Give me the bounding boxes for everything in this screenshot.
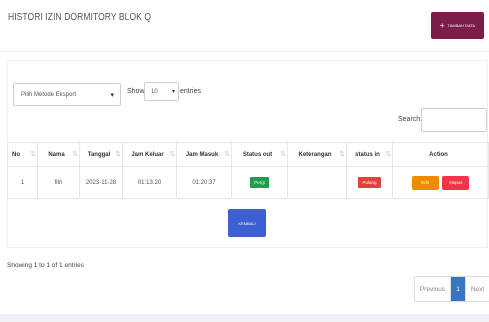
column-header-action: Action bbox=[392, 142, 489, 167]
chevron-down-icon: ▾ bbox=[171, 89, 175, 95]
pagination-next[interactable]: Next bbox=[465, 277, 489, 301]
column-header-label: status in bbox=[355, 151, 380, 158]
column-header-no[interactable]: No ⇅ bbox=[7, 142, 38, 167]
search-input[interactable] bbox=[421, 108, 487, 132]
status-in-badge: Pulang bbox=[358, 177, 381, 188]
pagination-page-1[interactable]: 1 bbox=[451, 277, 465, 301]
export-method-select[interactable]: Pilih Metode Eksport ▾ bbox=[13, 83, 121, 106]
sort-icon: ⇅ bbox=[169, 151, 175, 158]
search-label: Search: bbox=[398, 116, 423, 123]
column-header-label: Nama bbox=[48, 151, 65, 158]
pagination: Previous 1 Next bbox=[414, 276, 489, 302]
column-header-keterangan[interactable]: Keterangan ⇅ bbox=[287, 142, 347, 167]
cell-keterangan bbox=[287, 166, 347, 199]
column-header-label: Action bbox=[429, 151, 448, 158]
column-header-label: Jam Masuk bbox=[185, 151, 219, 158]
sort-icon: ⇅ bbox=[30, 151, 36, 158]
sort-icon: ⇅ bbox=[385, 151, 391, 158]
sort-icon: ⇅ bbox=[72, 151, 78, 158]
column-header-nama[interactable]: Nama ⇅ bbox=[37, 142, 80, 167]
back-button[interactable]: KEMBALI bbox=[228, 209, 266, 237]
cell-status-out: Pergi bbox=[231, 166, 288, 199]
cell-action: Edit Hapus bbox=[392, 166, 489, 199]
table-header-row: No ⇅ Nama ⇅ Tanggal ⇅ Jam Keluar ⇅ Jam Masuk… bbox=[7, 142, 489, 167]
sort-icon: ⇅ bbox=[339, 151, 345, 158]
cell-tanggal: 2023-11-28 bbox=[79, 166, 123, 199]
export-method-value: Pilih Metode Eksport bbox=[21, 91, 77, 98]
column-header-label: Status out bbox=[242, 151, 273, 158]
history-table: No ⇅ Nama ⇅ Tanggal ⇅ Jam Keluar ⇅ Jam Masuk… bbox=[7, 142, 489, 199]
column-header-label: Jam Keluar bbox=[131, 151, 164, 158]
footer-bar bbox=[0, 314, 489, 322]
sort-icon: ⇅ bbox=[224, 151, 230, 158]
chevron-down-icon: ▾ bbox=[110, 92, 114, 99]
sort-icon: ⇅ bbox=[280, 151, 286, 158]
column-header-label: Keterangan bbox=[298, 151, 332, 158]
column-header-label: No bbox=[12, 151, 20, 158]
column-header-jam-masuk[interactable]: Jam Masuk ⇅ bbox=[176, 142, 232, 167]
column-header-tanggal[interactable]: Tanggal ⇅ bbox=[79, 142, 123, 167]
delete-button[interactable]: Hapus bbox=[442, 175, 470, 190]
sort-icon: ⇅ bbox=[115, 151, 121, 158]
entries-label: entries bbox=[180, 88, 202, 95]
add-data-button[interactable]: + TAMBAH DATA bbox=[431, 12, 484, 39]
page-header: HISTORI IZIN DORMITORY BLOK Q + TAMBAH D… bbox=[0, 0, 489, 52]
column-header-jam-keluar[interactable]: Jam Keluar ⇅ bbox=[122, 142, 177, 167]
cell-status-in: Pulang bbox=[346, 166, 393, 199]
table-row: 1 fitri 2023-11-28 01:13:20 01:20:37 Per… bbox=[7, 166, 489, 199]
plus-icon: + bbox=[439, 20, 445, 30]
column-header-status-out[interactable]: Status out ⇅ bbox=[231, 142, 288, 167]
column-header-label: Tanggal bbox=[87, 151, 111, 158]
column-header-status-in[interactable]: status in ⇅ bbox=[346, 142, 393, 167]
entries-per-page-select[interactable]: 10 ▾ bbox=[144, 82, 179, 101]
pagination-previous[interactable]: Previous bbox=[415, 277, 451, 301]
cell-jam-masuk: 01:20:37 bbox=[176, 166, 232, 199]
add-data-label: TAMBAH DATA bbox=[447, 23, 476, 28]
edit-button[interactable]: Edit bbox=[411, 175, 439, 190]
cell-no: 1 bbox=[7, 166, 38, 199]
cell-nama: fitri bbox=[37, 166, 80, 199]
cell-jam-keluar: 01:13:20 bbox=[122, 166, 177, 199]
entries-per-page-value: 10 bbox=[151, 88, 158, 95]
table-info: Showing 1 to 1 of 1 entries bbox=[7, 262, 84, 269]
show-label: Show bbox=[127, 88, 145, 95]
page-title: HISTORI IZIN DORMITORY BLOK Q bbox=[8, 12, 152, 23]
status-out-badge: Pergi bbox=[250, 177, 269, 188]
